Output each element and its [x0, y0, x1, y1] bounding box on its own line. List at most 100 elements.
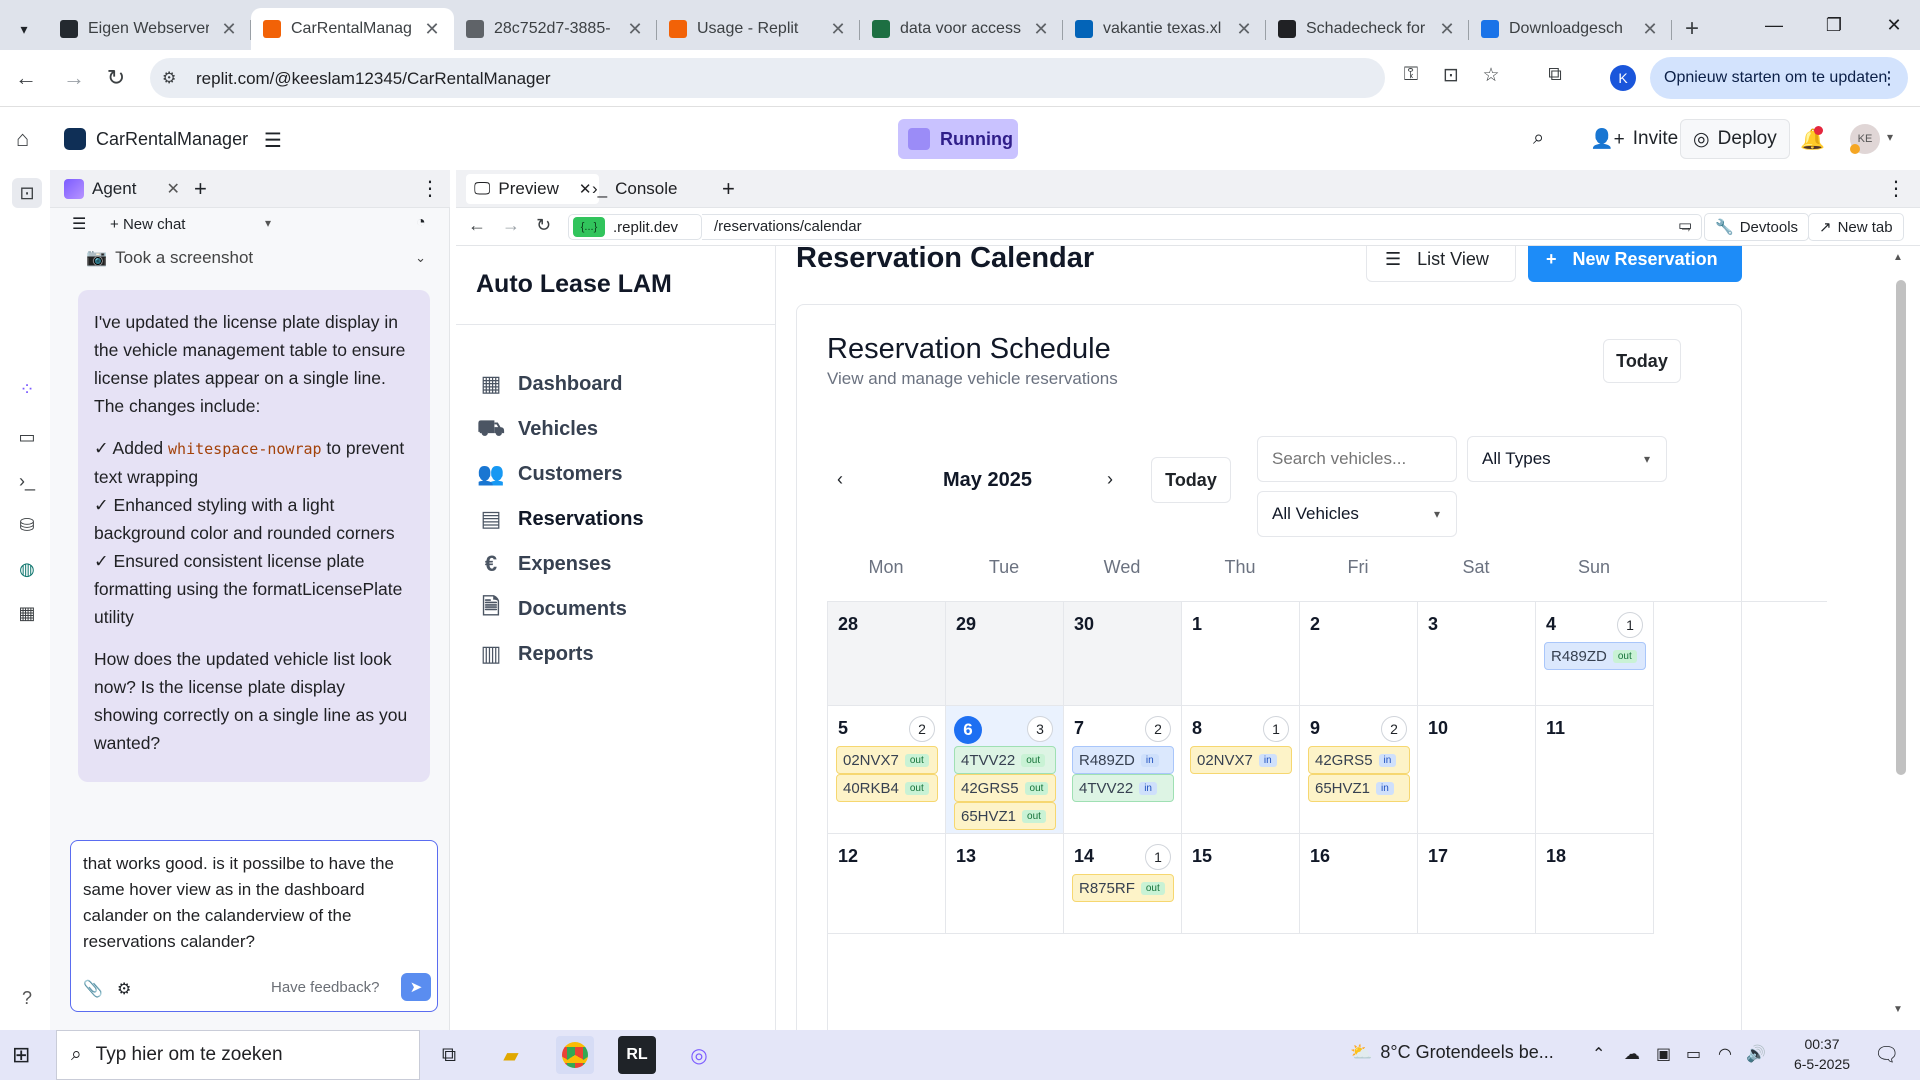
run-status-button[interactable]: Running: [898, 119, 1018, 159]
preview-domain[interactable]: {...} .replit.dev: [568, 214, 702, 240]
list-view-button[interactable]: ☰ List View: [1366, 246, 1516, 282]
browser-tab[interactable]: Downloadgesch ✕: [1469, 8, 1672, 50]
close-window-icon[interactable]: ✕: [1864, 0, 1920, 50]
calendar-day[interactable]: 14 1 R875RF out: [1064, 834, 1182, 934]
search-vehicles-input[interactable]: [1257, 436, 1457, 482]
files-icon[interactable]: ☰: [264, 128, 282, 153]
reservation-chip[interactable]: 02NVX7 in: [1190, 746, 1292, 774]
back-icon[interactable]: ←: [468, 215, 486, 236]
calendar-day[interactable]: 2: [1300, 602, 1418, 706]
reservation-chip[interactable]: 65HVZ1 out: [954, 802, 1056, 830]
nav-item-dashboard[interactable]: ▦ Dashboard: [478, 364, 623, 404]
chat-list-icon[interactable]: ☰: [72, 214, 86, 234]
close-tab-icon[interactable]: ✕: [625, 19, 645, 40]
new-tab-button[interactable]: +: [1672, 8, 1712, 50]
browser-tab[interactable]: 28c752d7-3885- ✕: [454, 8, 657, 50]
today-button[interactable]: Today: [1603, 339, 1681, 383]
console-icon[interactable]: ›_: [12, 466, 42, 496]
reservation-chip[interactable]: 40RKB4 out: [836, 774, 938, 802]
more-options-icon[interactable]: ⋮: [1886, 176, 1906, 201]
volume-icon[interactable]: 🔊: [1746, 1044, 1766, 1064]
tab-search-button[interactable]: ▾: [0, 8, 48, 50]
calendar-day[interactable]: 7 2 R489ZD in 4TVV22 in: [1064, 706, 1182, 834]
devtools-button[interactable]: 🔧 Devtools: [1704, 213, 1810, 241]
new-tab-button[interactable]: ↗ New tab: [1808, 213, 1904, 241]
bookmark-star-icon[interactable]: ☆: [1476, 64, 1506, 87]
send-button[interactable]: ➤: [401, 973, 431, 1001]
new-reservation-button[interactable]: + New Reservation: [1528, 246, 1742, 282]
calendar-day[interactable]: 9 2 42GRS5 in 65HVZ1 in: [1300, 706, 1418, 834]
reservation-chip[interactable]: 42GRS5 out: [954, 774, 1056, 802]
feedback-link[interactable]: Have feedback?: [271, 979, 379, 996]
wifi-icon[interactable]: ◠: [1718, 1044, 1732, 1064]
close-tab-icon[interactable]: ✕: [219, 19, 239, 40]
file-explorer-icon[interactable]: ▰: [492, 1036, 530, 1074]
add-tab-icon[interactable]: +: [722, 174, 735, 204]
nav-item-documents[interactable]: 🗎 Documents: [478, 589, 627, 629]
calendar-day[interactable]: 28: [828, 602, 946, 706]
deploy-button[interactable]: ◎ Deploy: [1680, 119, 1790, 159]
reservation-chip[interactable]: 02NVX7 out: [836, 746, 938, 774]
help-icon[interactable]: ?: [22, 988, 32, 1009]
project-logo[interactable]: [64, 128, 86, 150]
scrollbar-thumb[interactable]: [1896, 280, 1906, 775]
chat-input-text[interactable]: that works good. is it possilbe to have …: [83, 851, 423, 955]
more-options-icon[interactable]: ⋮: [420, 176, 440, 201]
home-icon[interactable]: ⌂: [16, 126, 29, 152]
invite-button[interactable]: 👤+ Invite: [1580, 119, 1688, 159]
calendar-day[interactable]: 16: [1300, 834, 1418, 934]
maximize-icon[interactable]: ❐: [1804, 0, 1864, 50]
chevron-down-icon[interactable]: ▾: [1887, 130, 1893, 144]
windows-start-icon[interactable]: ⊞: [12, 1042, 30, 1068]
clock[interactable]: 00:37 6-5-2025: [1770, 1034, 1874, 1074]
close-tab-icon[interactable]: ✕: [1640, 19, 1660, 40]
nav-item-vehicles[interactable]: ⛟ Vehicles: [477, 409, 598, 449]
profile-avatar[interactable]: K: [1610, 65, 1636, 91]
attach-icon[interactable]: 📎: [83, 979, 103, 999]
calendar-day[interactable]: 8 1 02NVX7 in: [1182, 706, 1300, 834]
close-icon[interactable]: ✕: [166, 179, 179, 199]
tab-agent[interactable]: Agent ✕: [64, 174, 180, 204]
next-month-icon[interactable]: ›: [1107, 469, 1113, 490]
calendar-day[interactable]: 6 3 4TVV22 out 42GRS5 out 65HVZ1 out: [946, 706, 1064, 834]
chrome-icon[interactable]: [556, 1036, 594, 1074]
browser-tab[interactable]: CarRentalManag ✕: [251, 8, 454, 50]
calendar-day[interactable]: 11: [1536, 706, 1654, 834]
onedrive-icon[interactable]: ☁: [1624, 1044, 1640, 1064]
calendar-day[interactable]: 4 1 R489ZD out: [1536, 602, 1654, 706]
history-icon[interactable]: ◔: [416, 214, 426, 232]
screenshot-action[interactable]: 📷 Took a screenshot ⌄: [86, 246, 426, 270]
browser-tab[interactable]: vakantie texas.xl ✕: [1063, 8, 1266, 50]
site-settings-icon[interactable]: ⚙: [162, 68, 176, 88]
tray-icon[interactable]: ▣: [1656, 1044, 1671, 1064]
close-tab-icon[interactable]: ✕: [1234, 19, 1254, 40]
minimize-icon[interactable]: —: [1744, 0, 1804, 50]
nav-item-expenses[interactable]: € Expenses: [478, 544, 612, 584]
previous-month-icon[interactable]: ‹: [837, 469, 843, 490]
screen-size-icon[interactable]: ▭: [1678, 216, 1692, 234]
calendar-day[interactable]: 17: [1418, 834, 1536, 934]
settings-icon[interactable]: ⚙: [117, 979, 131, 999]
taskbar-search[interactable]: ⌕ Typ hier om te zoeken: [56, 1030, 420, 1080]
calendar-day[interactable]: 3: [1418, 602, 1536, 706]
browser-tab[interactable]: Eigen Webserver ✕: [48, 8, 251, 50]
scroll-down-icon[interactable]: ▼: [1893, 1004, 1903, 1015]
preview-icon[interactable]: ▭: [12, 422, 42, 452]
type-filter-select[interactable]: All Types ▾: [1467, 436, 1667, 482]
app-icon[interactable]: RL: [618, 1036, 656, 1074]
reservation-chip[interactable]: R489ZD out: [1544, 642, 1646, 670]
menu-dots-icon[interactable]: ⋮: [1880, 68, 1898, 89]
address-bar[interactable]: ⚙ replit.com/@keeslam12345/CarRentalMana…: [150, 58, 1385, 98]
vehicle-filter-select[interactable]: All Vehicles ▾: [1257, 491, 1457, 537]
chat-input[interactable]: that works good. is it possilbe to have …: [70, 840, 438, 1012]
agent-icon[interactable]: ⁘: [12, 374, 42, 404]
calendar-day[interactable]: 1: [1182, 602, 1300, 706]
extensions-icon[interactable]: ⧉: [1540, 64, 1570, 86]
calendar-day[interactable]: 30: [1064, 602, 1182, 706]
project-name[interactable]: CarRentalManager: [96, 129, 248, 150]
notifications-icon[interactable]: 🗨: [1874, 1042, 1899, 1067]
close-tab-icon[interactable]: ✕: [1031, 19, 1051, 40]
reservation-chip[interactable]: 42GRS5 in: [1308, 746, 1410, 774]
calendar-day[interactable]: 12: [828, 834, 946, 934]
update-button[interactable]: Opnieuw starten om te updaten ⋮: [1650, 57, 1908, 99]
